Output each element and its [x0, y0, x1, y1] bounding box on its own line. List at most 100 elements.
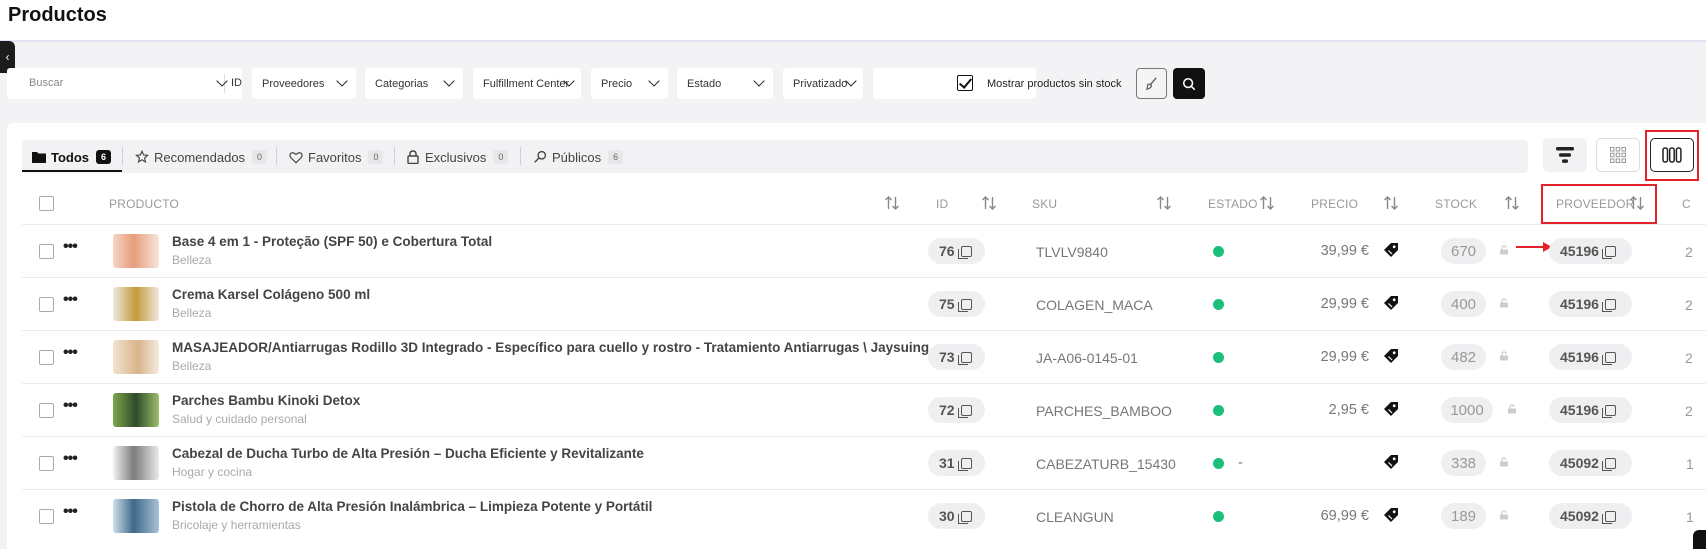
- search-button[interactable]: [1173, 68, 1205, 99]
- copy-icon[interactable]: [1601, 245, 1616, 259]
- provider-pill[interactable]: 45196: [1549, 238, 1632, 264]
- next-column-value: 2: [1685, 350, 1693, 366]
- fulfillment-label: Fulfillment Center: [483, 77, 570, 90]
- copy-icon[interactable]: [957, 298, 972, 312]
- row-checkbox[interactable]: [39, 244, 54, 259]
- search-field-select[interactable]: ID: [231, 77, 242, 89]
- sort-icon[interactable]: [1259, 195, 1275, 211]
- header-sku[interactable]: SKU: [1032, 197, 1057, 211]
- product-name[interactable]: Crema Karsel Colágeno 500 ml: [172, 287, 370, 302]
- copy-icon[interactable]: [1601, 510, 1616, 524]
- id-pill[interactable]: 72: [928, 397, 985, 423]
- id-pill[interactable]: 30: [928, 503, 985, 529]
- id-pill[interactable]: 31: [928, 450, 985, 476]
- sort-icon[interactable]: [1156, 195, 1172, 211]
- lock-icon[interactable]: [1499, 245, 1509, 255]
- copy-icon[interactable]: [957, 245, 972, 259]
- header-precio[interactable]: PRECIO: [1311, 197, 1358, 211]
- tab-exclusivos[interactable]: Exclusivos 0: [407, 147, 509, 167]
- provider-pill[interactable]: 45092: [1549, 450, 1632, 476]
- sort-icon[interactable]: [1383, 195, 1399, 211]
- fulfillment-select[interactable]: Fulfillment Center: [473, 68, 581, 99]
- header-estado[interactable]: ESTADO: [1208, 197, 1258, 211]
- price-tag-icon[interactable]: [1383, 242, 1399, 258]
- search-icon: [534, 150, 547, 163]
- copy-icon[interactable]: [957, 404, 972, 418]
- price-tag-icon[interactable]: [1383, 507, 1399, 523]
- precio-select[interactable]: Precio: [591, 68, 668, 99]
- search-input[interactable]: Buscar: [29, 77, 63, 89]
- row-actions-button[interactable]: •••: [63, 291, 78, 309]
- show-no-stock-label[interactable]: Mostrar productos sin stock: [987, 78, 1122, 90]
- lock-icon[interactable]: [1499, 510, 1509, 520]
- proveedores-select[interactable]: Proveedores: [252, 68, 356, 99]
- show-no-stock-checkbox[interactable]: [957, 75, 973, 91]
- provider-pill[interactable]: 45196: [1549, 344, 1632, 370]
- copy-icon[interactable]: [957, 457, 972, 471]
- price-value: 2,95 €: [1328, 402, 1369, 418]
- filter-view-button[interactable]: [1543, 138, 1587, 172]
- price-tag-icon[interactable]: [1383, 348, 1399, 364]
- sort-icon[interactable]: [1504, 195, 1520, 211]
- row-checkbox[interactable]: [39, 509, 54, 524]
- row-checkbox[interactable]: [39, 350, 54, 365]
- id-pill[interactable]: 76: [928, 238, 985, 264]
- product-name[interactable]: Parches Bambu Kinoki Detox: [172, 393, 360, 408]
- copy-icon[interactable]: [957, 351, 972, 365]
- product-name[interactable]: MASAJEADOR/Antiarrugas Rodillo 3D Integr…: [172, 340, 929, 355]
- corner-widget-button[interactable]: [1693, 530, 1706, 549]
- categorias-select[interactable]: Categorias: [365, 68, 463, 99]
- row-checkbox[interactable]: [39, 456, 54, 471]
- select-all-checkbox[interactable]: [39, 196, 54, 211]
- clear-filters-button[interactable]: [1136, 68, 1167, 99]
- tab-publicos[interactable]: Públicos 6: [533, 147, 624, 167]
- privatizado-select[interactable]: Privatizado: [783, 68, 863, 99]
- copy-icon[interactable]: [1601, 404, 1616, 418]
- tab-todos[interactable]: Todos 6: [32, 147, 112, 167]
- row-actions-button[interactable]: •••: [63, 397, 78, 415]
- copy-icon[interactable]: [1601, 351, 1616, 365]
- row-checkbox[interactable]: [39, 403, 54, 418]
- lock-icon[interactable]: [1507, 404, 1517, 414]
- product-category: Hogar y cocina: [172, 465, 253, 479]
- product-name[interactable]: Base 4 em 1 - Proteção (SPF 50) e Cobert…: [172, 234, 492, 249]
- lock-icon[interactable]: [1499, 298, 1509, 308]
- tab-favoritos[interactable]: Favoritos 0: [289, 147, 384, 167]
- next-column-value: 2: [1685, 244, 1693, 260]
- id-pill[interactable]: 75: [928, 291, 985, 317]
- row-actions-button[interactable]: •••: [63, 344, 78, 362]
- price-tag-icon[interactable]: [1383, 401, 1399, 417]
- sku-value: CLEANGUN: [1036, 509, 1114, 525]
- product-name[interactable]: Pistola de Chorro de Alta Presión Inalám…: [172, 499, 652, 514]
- lock-icon[interactable]: [1499, 351, 1509, 361]
- status-indicator: [1213, 352, 1224, 363]
- header-id[interactable]: ID: [936, 197, 948, 211]
- copy-icon[interactable]: [957, 510, 972, 524]
- product-thumbnail: [113, 499, 159, 533]
- row-checkbox[interactable]: [39, 297, 54, 312]
- grid-view-button[interactable]: [1596, 138, 1640, 172]
- id-pill[interactable]: 73: [928, 344, 985, 370]
- provider-pill[interactable]: 45196: [1549, 291, 1632, 317]
- header-stock[interactable]: STOCK: [1435, 197, 1477, 211]
- search-filter[interactable]: Buscar ID: [7, 68, 242, 99]
- row-actions-button[interactable]: •••: [63, 238, 78, 256]
- price-tag-icon[interactable]: [1383, 295, 1399, 311]
- chevron-down-icon: [336, 75, 348, 87]
- copy-icon[interactable]: [1601, 457, 1616, 471]
- estado-select[interactable]: Estado: [677, 68, 773, 99]
- lock-icon[interactable]: [1499, 457, 1509, 467]
- privatizado-label: Privatizado: [793, 77, 848, 90]
- product-name[interactable]: Cabezal de Ducha Turbo de Alta Presión –…: [172, 446, 644, 461]
- row-actions-button[interactable]: •••: [63, 503, 78, 521]
- provider-pill[interactable]: 45092: [1549, 503, 1632, 529]
- price-tag-icon[interactable]: [1383, 454, 1399, 470]
- row-actions-button[interactable]: •••: [63, 450, 78, 468]
- copy-icon[interactable]: [1601, 298, 1616, 312]
- tab-recomendados[interactable]: Recomendados 0: [135, 147, 268, 167]
- sort-icon[interactable]: [884, 195, 900, 211]
- provider-pill[interactable]: 45196: [1549, 397, 1632, 423]
- header-producto[interactable]: PRODUCTO: [109, 197, 179, 211]
- header-next-column[interactable]: C: [1682, 197, 1691, 211]
- sort-icon[interactable]: [981, 195, 997, 211]
